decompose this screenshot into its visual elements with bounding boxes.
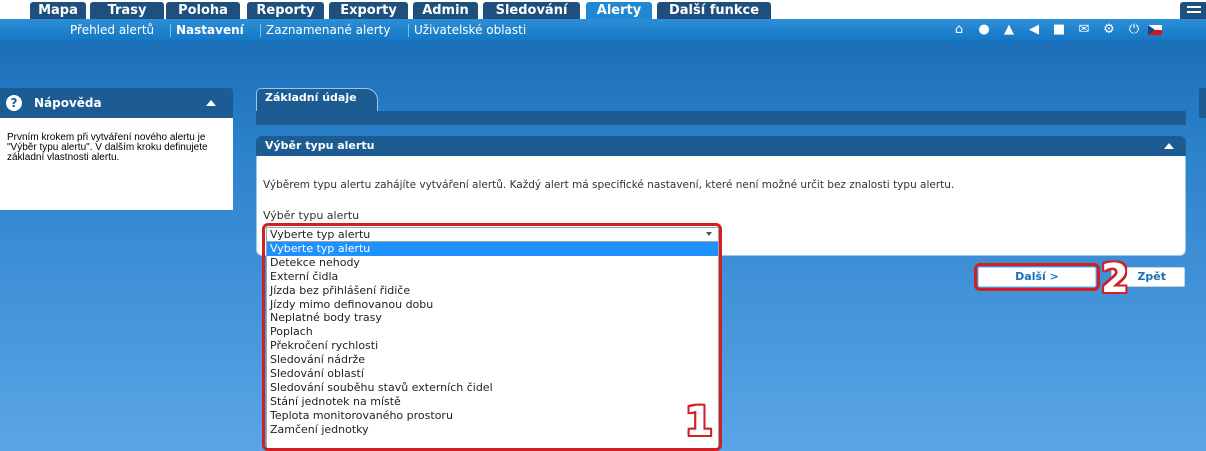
section-header: Výběr typu alertu <box>256 136 1186 156</box>
home-icon[interactable]: ⌂ <box>950 19 968 41</box>
annotation-marker-2: 2 <box>1101 256 1129 302</box>
collapse-up-icon[interactable] <box>1164 143 1174 149</box>
power-icon[interactable]: ⏻ <box>1125 19 1143 41</box>
tab-mapa[interactable]: Mapa <box>30 2 86 19</box>
dropdown-option[interactable]: Překročení rychlosti <box>267 339 718 353</box>
dropdown-option[interactable]: Sledování nádrže <box>267 353 718 367</box>
collapse-up-icon[interactable] <box>206 100 216 106</box>
help-icon: ? <box>6 95 22 111</box>
alert-type-select[interactable]: Vyberte typ alertu <box>266 227 719 242</box>
tab-strip <box>256 111 1186 125</box>
select-label: Výběr typu alertu <box>263 209 360 222</box>
submenu-nastaveni[interactable]: Nastavení <box>176 19 244 41</box>
chevron-down-icon <box>706 232 712 236</box>
next-button[interactable]: Další > <box>978 267 1096 287</box>
dropdown-option[interactable]: Sledování souběhu stavů externích čidel <box>267 381 718 395</box>
annotation-marker-1: 1 <box>685 399 713 445</box>
mail-icon[interactable]: ✉ <box>1075 19 1093 41</box>
dropdown-option[interactable]: Vyberte typ alertu <box>267 242 718 256</box>
czech-flag-icon[interactable] <box>1148 25 1162 35</box>
dropdown-option[interactable]: Teplota monitorovaného prostoru <box>267 409 718 423</box>
tab-dalsi-funkce[interactable]: Další funkce <box>657 2 771 19</box>
submenu-zaznamenane-alerty[interactable]: Zaznamenané alerty <box>266 19 390 41</box>
submenu-uzivatelske-oblasti[interactable]: Uživatelské oblasti <box>414 19 526 41</box>
settings-icon[interactable]: ⚙ <box>1100 19 1118 41</box>
collapse-icon <box>1187 6 1201 8</box>
tab-zakladni-udaje[interactable]: Základní údaje <box>256 88 378 112</box>
dropdown-option[interactable]: Stání jednotek na místě <box>267 395 718 409</box>
select-value: Vyberte typ alertu <box>270 228 371 241</box>
section-description: Výběrem typu alertu zahájíte vytváření a… <box>263 179 955 191</box>
warning-icon[interactable]: ▲ <box>1000 19 1018 41</box>
help-title: Nápověda <box>34 96 102 110</box>
dropdown-option[interactable]: Externí čidla <box>267 270 718 284</box>
section-title: Výběr typu alertu <box>265 139 375 152</box>
right-edge-panel <box>1199 88 1206 118</box>
tab-sledovani[interactable]: Sledování <box>483 2 580 19</box>
tab-alerty[interactable]: Alerty <box>586 2 652 19</box>
dropdown-option[interactable]: Zamčení jednotky <box>267 423 718 437</box>
tab-admin[interactable]: Admin <box>413 2 478 19</box>
tab-exporty[interactable]: Exporty <box>329 2 408 19</box>
dropdown-option[interactable]: Jízda bez přihlášení řidiče <box>267 284 718 298</box>
help-text: Prvním krokem při vytváření nového alert… <box>0 118 233 210</box>
help-panel-header: ? Nápověda <box>0 88 233 118</box>
tab-poloha[interactable]: Poloha <box>166 2 240 19</box>
sound-icon[interactable]: ◀ <box>1025 19 1043 41</box>
collapse-header-button[interactable] <box>1180 2 1206 19</box>
tab-reporty[interactable]: Reporty <box>247 2 324 19</box>
dropdown-option[interactable]: Jízdy mimo definovanou dobu <box>267 298 718 312</box>
alert-type-dropdown: Vyberte typ alertu Detekce nehody Extern… <box>266 242 719 450</box>
folder-icon[interactable]: ■ <box>1050 19 1068 41</box>
main-tab-bar: Mapa Trasy Poloha Reporty Exporty Admin … <box>0 0 1206 19</box>
tab-trasy[interactable]: Trasy <box>90 2 164 19</box>
dropdown-option[interactable]: Detekce nehody <box>267 256 718 270</box>
chat-icon[interactable]: ● <box>975 19 993 41</box>
submenu-prehled-alertu[interactable]: Přehled alertů <box>70 19 154 41</box>
dropdown-option[interactable]: Poplach <box>267 325 718 339</box>
sub-menu-bar: Přehled alertů Nastavení Zaznamenané ale… <box>0 19 1206 41</box>
dropdown-option[interactable]: Neplatné body trasy <box>267 311 718 325</box>
dropdown-option[interactable]: Sledování oblastí <box>267 367 718 381</box>
